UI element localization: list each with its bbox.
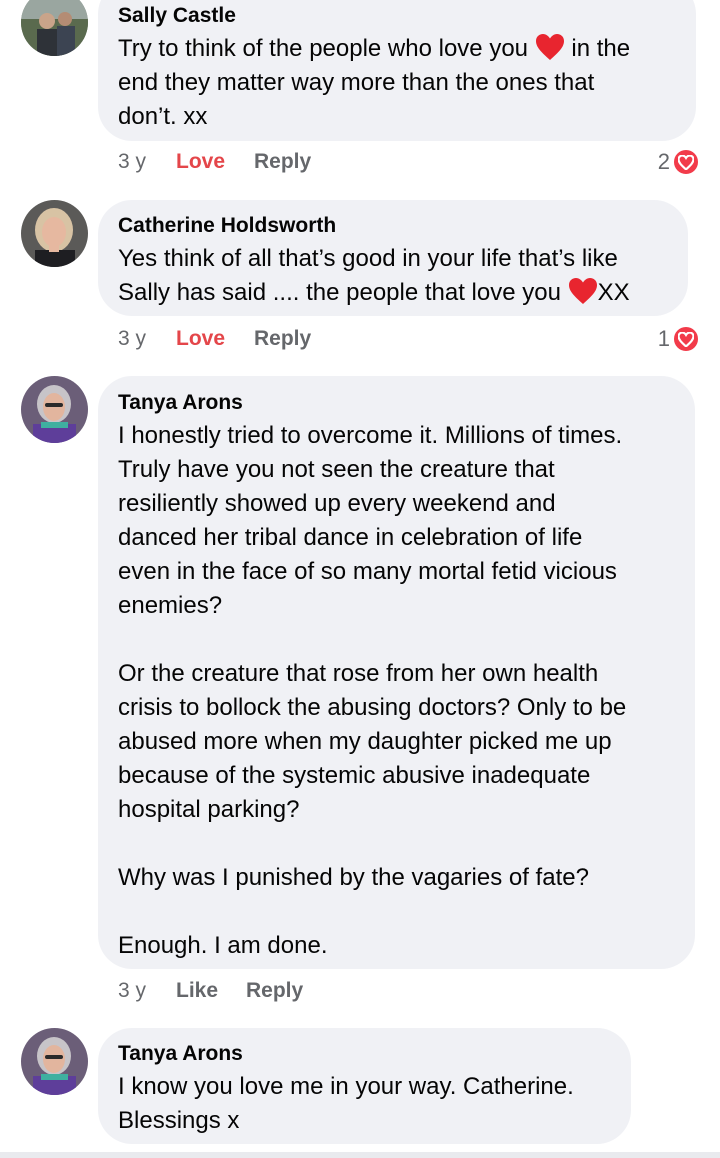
comment-text: I honestly tried to overcome it. Million… [118,419,626,963]
comment-author[interactable]: Sally Castle [118,4,236,28]
comment-text-line: I honestly tried to overcome it. Million… [118,422,623,449]
reaction-count: 1 [657,326,670,351]
avatar-catherine-holdsworth[interactable] [21,200,88,267]
comment-text-line: don’t. xx [118,103,208,130]
love-reaction-icon [672,325,700,353]
reply-button[interactable]: Reply [246,978,303,1004]
reply-button[interactable]: Reply [254,149,311,175]
comment-text-line: abused more when my daughter picked me u… [118,728,612,755]
comment-text-line: Enough. I am done. [118,932,328,959]
comment-text-line: hospital parking? [118,796,300,823]
bottom-divider [0,1152,720,1158]
reaction-summary[interactable]: 1 [658,324,700,354]
avatar-tanya-arons[interactable] [21,376,88,443]
comment-bubble: Catherine Holdsworth Yes think of all th… [98,200,688,316]
comment-text-line: danced her tribal dance in celebration o… [118,524,583,551]
like-button[interactable]: Like [176,978,246,1004]
comment-author[interactable]: Tanya Arons [118,391,243,415]
comment-meta: 3 y Love Reply [118,149,311,175]
red-heart-icon [568,278,597,304]
comment-text-line [118,895,626,929]
comment-text: Try to think of the people who love you … [118,32,630,134]
comment-text-line: because of the systemic abusive inadequa… [118,762,591,789]
love-button[interactable]: Love [176,326,254,352]
comment-meta: 3 y Love Reply [118,326,311,352]
comment-text: I know you love me in your way. Catherin… [118,1070,574,1138]
comment-author[interactable]: Catherine Holdsworth [118,214,336,238]
comment-meta: 3 y Like Reply [118,978,303,1004]
comment-text-line: Try to think of the people who love you … [118,34,631,62]
reaction-count: 2 [657,149,670,174]
comment-text-line [118,827,626,861]
comment-timestamp[interactable]: 3 y [118,326,176,352]
comment-text-line: crisis to bollock the abusing doctors? O… [118,694,627,721]
comments-thread: Sally Castle Try to think of the people … [0,0,720,1158]
comment-bubble: Sally Castle Try to think of the people … [98,0,696,141]
comment-timestamp[interactable]: 3 y [118,978,176,1004]
red-heart-icon [535,34,564,60]
comment-text-line: end they matter way more than the ones t… [118,69,595,96]
comment-bubble: Tanya Arons I know you love me in your w… [98,1028,631,1144]
comment-bubble: Tanya Arons I honestly tried to overcome… [98,376,695,969]
avatar-sally-castle[interactable] [21,0,88,56]
comment-text-line: Blessings x [118,1107,240,1134]
comment-text-line: I know you love me in your way. Catherin… [118,1073,574,1100]
comment-text-line: Yes think of all that’s good in your lif… [118,245,618,272]
comment-timestamp[interactable]: 3 y [118,149,176,175]
comment-text-line: resiliently showed up every weekend and [118,490,556,517]
comment-text-line [118,623,626,657]
love-reaction-icon [672,148,700,176]
comment-text-line: even in the face of so many mortal fetid… [118,558,617,585]
comment-text-line: Why was I punished by the vagaries of fa… [118,864,589,891]
comment-text-line: enemies? [118,592,223,619]
reply-button[interactable]: Reply [254,326,311,352]
reaction-summary[interactable]: 2 [658,147,700,177]
comment-author[interactable]: Tanya Arons [118,1042,243,1066]
avatar-tanya-arons[interactable] [21,1028,88,1095]
comment-text-line: Or the creature that rose from her own h… [118,660,599,687]
love-button[interactable]: Love [176,149,254,175]
comment-text: Yes think of all that’s good in your lif… [118,242,630,310]
comment-text-line: Sally has said .... the people that love… [118,278,630,306]
comment-text-line: Truly have you not seen the creature tha… [118,456,555,483]
